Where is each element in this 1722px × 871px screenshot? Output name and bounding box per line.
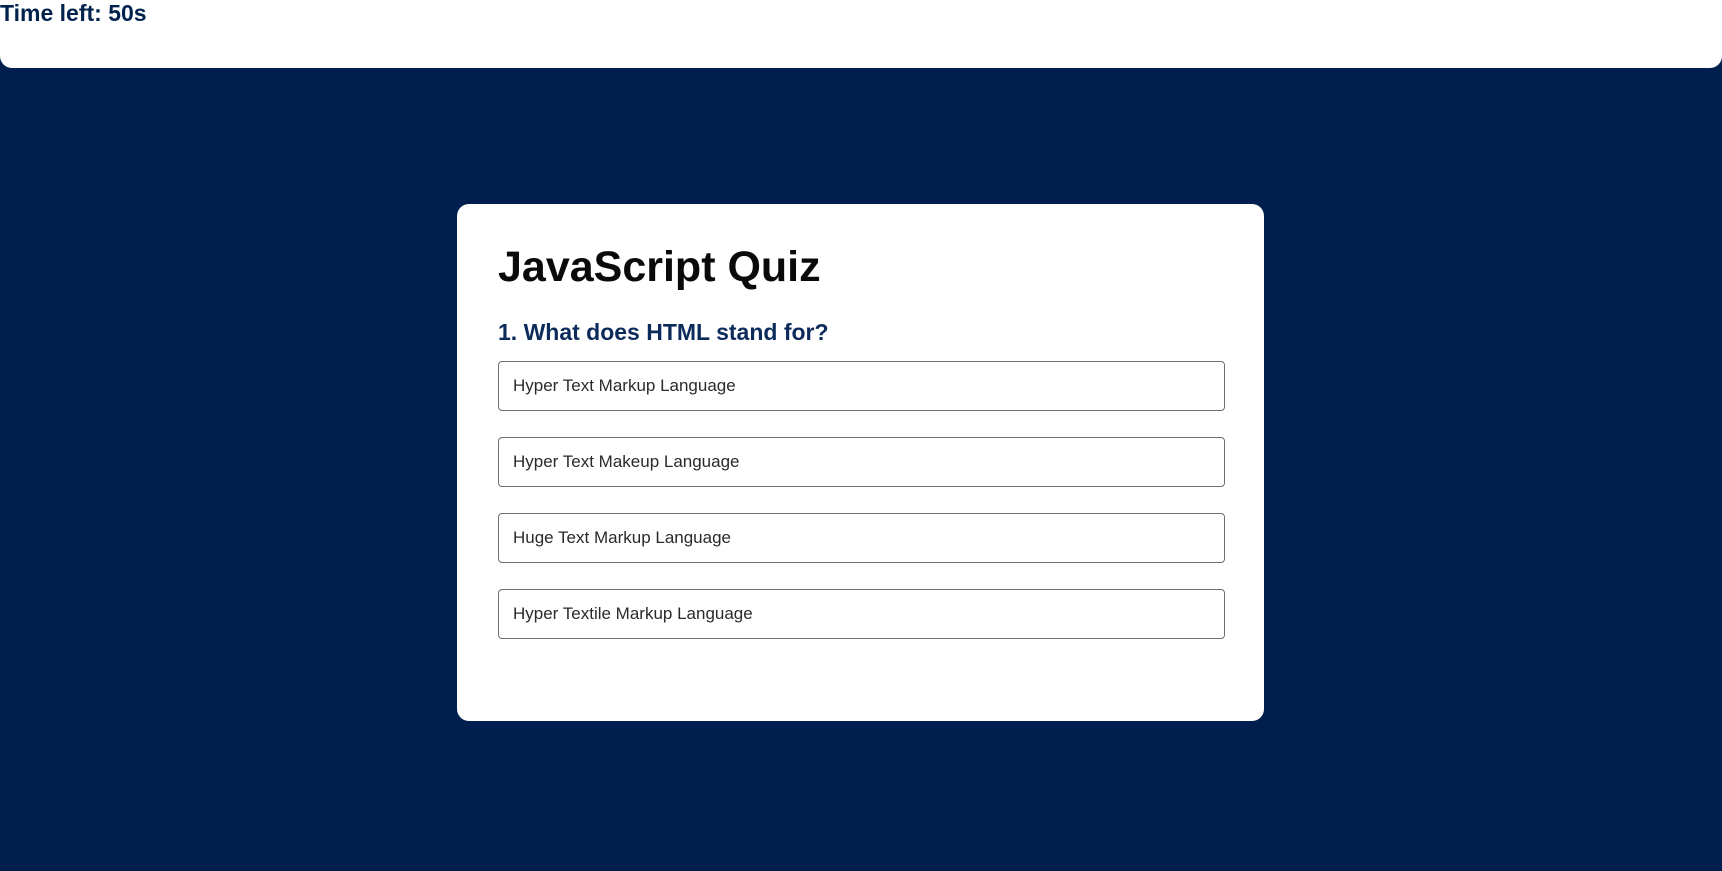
timer-bar: Time left: 50s	[0, 0, 1722, 68]
answer-options: Hyper Text Markup Language Hyper Text Ma…	[498, 361, 1225, 665]
answer-option[interactable]: Hyper Text Makeup Language	[498, 437, 1225, 487]
answer-option-label: Hyper Text Makeup Language	[513, 452, 740, 471]
quiz-title: JavaScript Quiz	[498, 243, 821, 291]
answer-option-label: Hyper Textile Markup Language	[513, 604, 753, 623]
timer-label: Time left: 50s	[0, 0, 147, 26]
answer-option[interactable]: Hyper Text Markup Language	[498, 361, 1225, 411]
quiz-card: JavaScript Quiz 1. What does HTML stand …	[457, 204, 1264, 721]
answer-option-label: Huge Text Markup Language	[513, 528, 732, 547]
answer-option[interactable]: Huge Text Markup Language	[498, 513, 1225, 563]
question-text: 1. What does HTML stand for?	[498, 319, 829, 345]
answer-option-label: Hyper Text Markup Language	[513, 376, 736, 395]
answer-option[interactable]: Hyper Textile Markup Language	[498, 589, 1225, 639]
